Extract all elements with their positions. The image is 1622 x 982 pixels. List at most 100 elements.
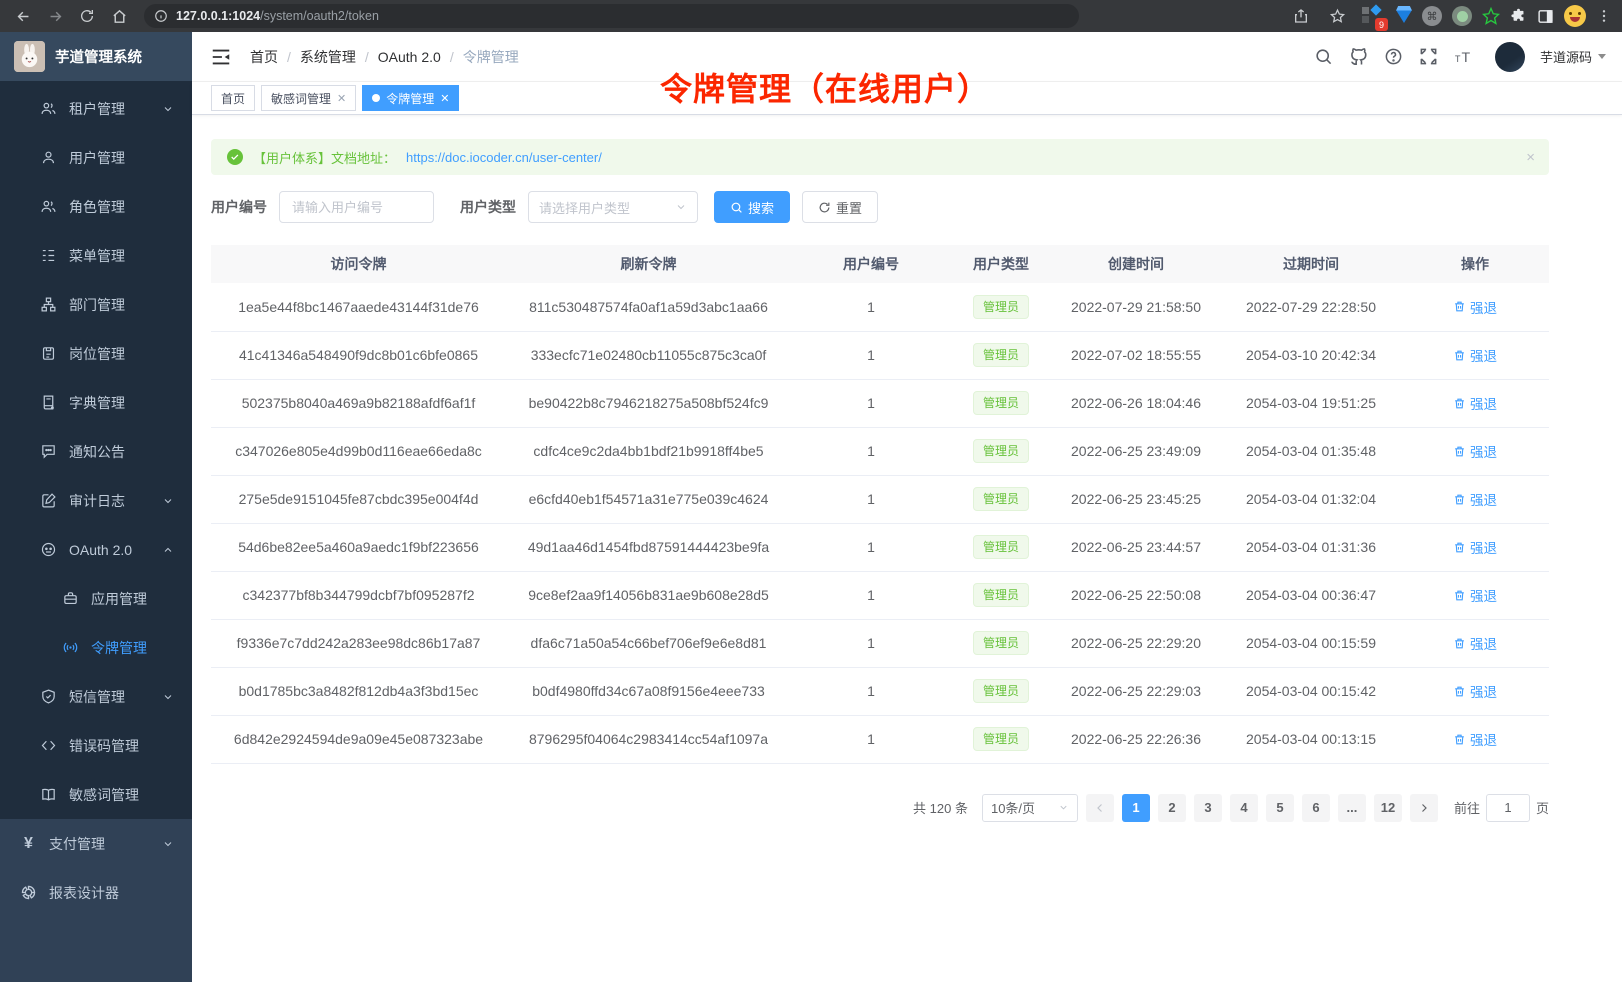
sidebar-item-post[interactable]: 岗位管理 xyxy=(0,329,192,378)
sidebar-item-sensitive-word[interactable]: 敏感词管理 xyxy=(0,770,192,819)
tag-sensitive-word[interactable]: 敏感词管理✕ xyxy=(261,85,356,111)
col-expired: 过期时间 xyxy=(1221,245,1401,283)
page-button-4[interactable]: 4 xyxy=(1230,794,1258,822)
page-button-12[interactable]: 12 xyxy=(1374,794,1402,822)
force-logout-button[interactable]: 强退 xyxy=(1453,729,1497,749)
profile-avatar-icon[interactable] xyxy=(1564,5,1586,27)
sidebar-item-report-designer[interactable]: 报表设计器 xyxy=(0,868,192,917)
app-logo-row[interactable]: 芋道管理系统 xyxy=(0,32,192,81)
sidebar-item-menu[interactable]: 菜单管理 xyxy=(0,231,192,280)
extension-tabs-icon[interactable]: 9 xyxy=(1360,5,1386,27)
tag-close-icon[interactable]: ✕ xyxy=(337,92,346,105)
browser-toolbar: 127.0.0.1:1024/system/oauth2/token 9 ⌘ xyxy=(0,0,1622,32)
address-bar[interactable]: 127.0.0.1:1024/system/oauth2/token xyxy=(144,4,1079,28)
tag-home[interactable]: 首页 xyxy=(211,85,255,111)
sidebar-item-label: 菜单管理 xyxy=(69,246,125,266)
reset-button[interactable]: 重置 xyxy=(802,191,878,223)
search-button-label: 搜索 xyxy=(748,198,774,217)
side-panel-icon[interactable] xyxy=(1537,8,1554,25)
sidebar-collapse-icon[interactable] xyxy=(210,46,232,68)
sidebar-item-oauth-token[interactable]: 令牌管理 xyxy=(0,623,192,672)
select-placeholder: 请选择用户类型 xyxy=(539,198,630,217)
sidebar-item-user[interactable]: 用户管理 xyxy=(0,133,192,182)
user-id-input[interactable] xyxy=(279,191,434,223)
page-button-6[interactable]: 6 xyxy=(1302,794,1330,822)
force-logout-button[interactable]: 强退 xyxy=(1453,537,1497,557)
sidebar-item-label: 通知公告 xyxy=(69,442,125,462)
org-tree-icon xyxy=(40,296,57,313)
tag-label: 首页 xyxy=(221,90,245,107)
prev-page-button[interactable] xyxy=(1086,794,1114,822)
goto-page-input[interactable] xyxy=(1486,794,1530,822)
page-button-5[interactable]: 5 xyxy=(1266,794,1294,822)
token-table: 访问令牌 刷新令牌 用户编号 用户类型 创建时间 过期时间 操作 1ea5e44… xyxy=(211,245,1549,764)
force-logout-button[interactable]: 强退 xyxy=(1453,633,1497,653)
users-icon xyxy=(40,198,57,215)
force-logout-button[interactable]: 强退 xyxy=(1453,297,1497,317)
page-button-1[interactable]: 1 xyxy=(1122,794,1150,822)
filter-form: 用户编号 用户类型 请选择用户类型 搜索 重置 xyxy=(211,191,1549,223)
user-type-select[interactable]: 请选择用户类型 xyxy=(528,191,698,223)
bookmark-star-icon[interactable] xyxy=(1324,3,1350,29)
browser-home-icon[interactable] xyxy=(106,3,132,29)
breadcrumb-system[interactable]: 系统管理 xyxy=(300,47,356,67)
fullscreen-icon[interactable] xyxy=(1419,47,1439,67)
shield-check-icon xyxy=(40,688,57,705)
sidebar-item-dict[interactable]: 字典管理 xyxy=(0,378,192,427)
extensions-puzzle-icon[interactable] xyxy=(1510,8,1527,25)
doc-link[interactable]: https://doc.iocoder.cn/user-center/ xyxy=(406,150,602,165)
force-logout-button[interactable]: 强退 xyxy=(1453,441,1497,461)
page-button-3[interactable]: 3 xyxy=(1194,794,1222,822)
browser-back-icon[interactable] xyxy=(10,3,36,29)
share-icon[interactable] xyxy=(1288,3,1314,29)
search-button[interactable]: 搜索 xyxy=(714,191,790,223)
page-button-2[interactable]: 2 xyxy=(1158,794,1186,822)
extension-star-icon[interactable] xyxy=(1482,7,1500,25)
url-path: /system/oauth2/token xyxy=(260,9,379,23)
browser-menu-icon[interactable] xyxy=(1596,8,1612,24)
force-logout-button[interactable]: 强退 xyxy=(1453,585,1497,605)
force-logout-button[interactable]: 强退 xyxy=(1453,489,1497,509)
alert-close-icon[interactable]: × xyxy=(1526,149,1535,166)
sidebar-item-pay[interactable]: ¥ 支付管理 xyxy=(0,819,192,868)
tag-close-icon[interactable]: ✕ xyxy=(440,92,449,105)
breadcrumb-home[interactable]: 首页 xyxy=(250,47,278,67)
app-logo xyxy=(14,41,45,72)
site-info-icon[interactable] xyxy=(154,9,168,23)
page-size-select[interactable]: 10条/页 xyxy=(982,794,1078,822)
chevron-down-icon xyxy=(1058,802,1069,813)
trash-icon xyxy=(1453,589,1466,602)
force-logout-button[interactable]: 强退 xyxy=(1453,681,1497,701)
tag-token[interactable]: 令牌管理✕ xyxy=(362,85,459,111)
table-row: f9336e7c7dd242a283ee98dc86b17a87dfa6c71a… xyxy=(211,619,1549,667)
sidebar-item-audit-log[interactable]: 审计日志 xyxy=(0,476,192,525)
chevron-up-icon xyxy=(162,544,174,556)
sidebar-item-oauth[interactable]: OAuth 2.0 xyxy=(0,525,192,574)
sidebar-item-errcode[interactable]: 错误码管理 xyxy=(0,721,192,770)
font-size-icon[interactable]: TT xyxy=(1454,47,1474,67)
browser-forward-icon[interactable] xyxy=(42,3,68,29)
github-icon[interactable] xyxy=(1349,47,1369,67)
breadcrumb-separator: / xyxy=(450,49,454,65)
extension-record-icon[interactable] xyxy=(1452,6,1472,26)
sidebar-item-notice[interactable]: 通知公告 xyxy=(0,427,192,476)
user-avatar[interactable] xyxy=(1495,42,1525,72)
user-menu[interactable]: 芋道源码 xyxy=(1540,47,1606,66)
sidebar-item-dept[interactable]: 部门管理 xyxy=(0,280,192,329)
force-logout-button[interactable]: 强退 xyxy=(1453,345,1497,365)
sidebar-item-role[interactable]: 角色管理 xyxy=(0,182,192,231)
extension-gem-icon[interactable] xyxy=(1396,10,1412,23)
col-created: 创建时间 xyxy=(1051,245,1221,283)
search-icon[interactable] xyxy=(1314,47,1334,67)
sidebar-item-sms[interactable]: 短信管理 xyxy=(0,672,192,721)
breadcrumb-oauth[interactable]: OAuth 2.0 xyxy=(378,49,441,65)
sidebar-item-oauth-app[interactable]: 应用管理 xyxy=(0,574,192,623)
page-ellipsis[interactable]: ... xyxy=(1338,794,1366,822)
extension-command-icon[interactable]: ⌘ xyxy=(1422,6,1442,26)
help-icon[interactable] xyxy=(1384,47,1404,67)
browser-reload-icon[interactable] xyxy=(74,3,100,29)
force-logout-button[interactable]: 强退 xyxy=(1453,393,1497,413)
active-dot xyxy=(372,94,380,102)
sidebar-item-tenant[interactable]: 租户管理 xyxy=(0,84,192,133)
next-page-button[interactable] xyxy=(1410,794,1438,822)
